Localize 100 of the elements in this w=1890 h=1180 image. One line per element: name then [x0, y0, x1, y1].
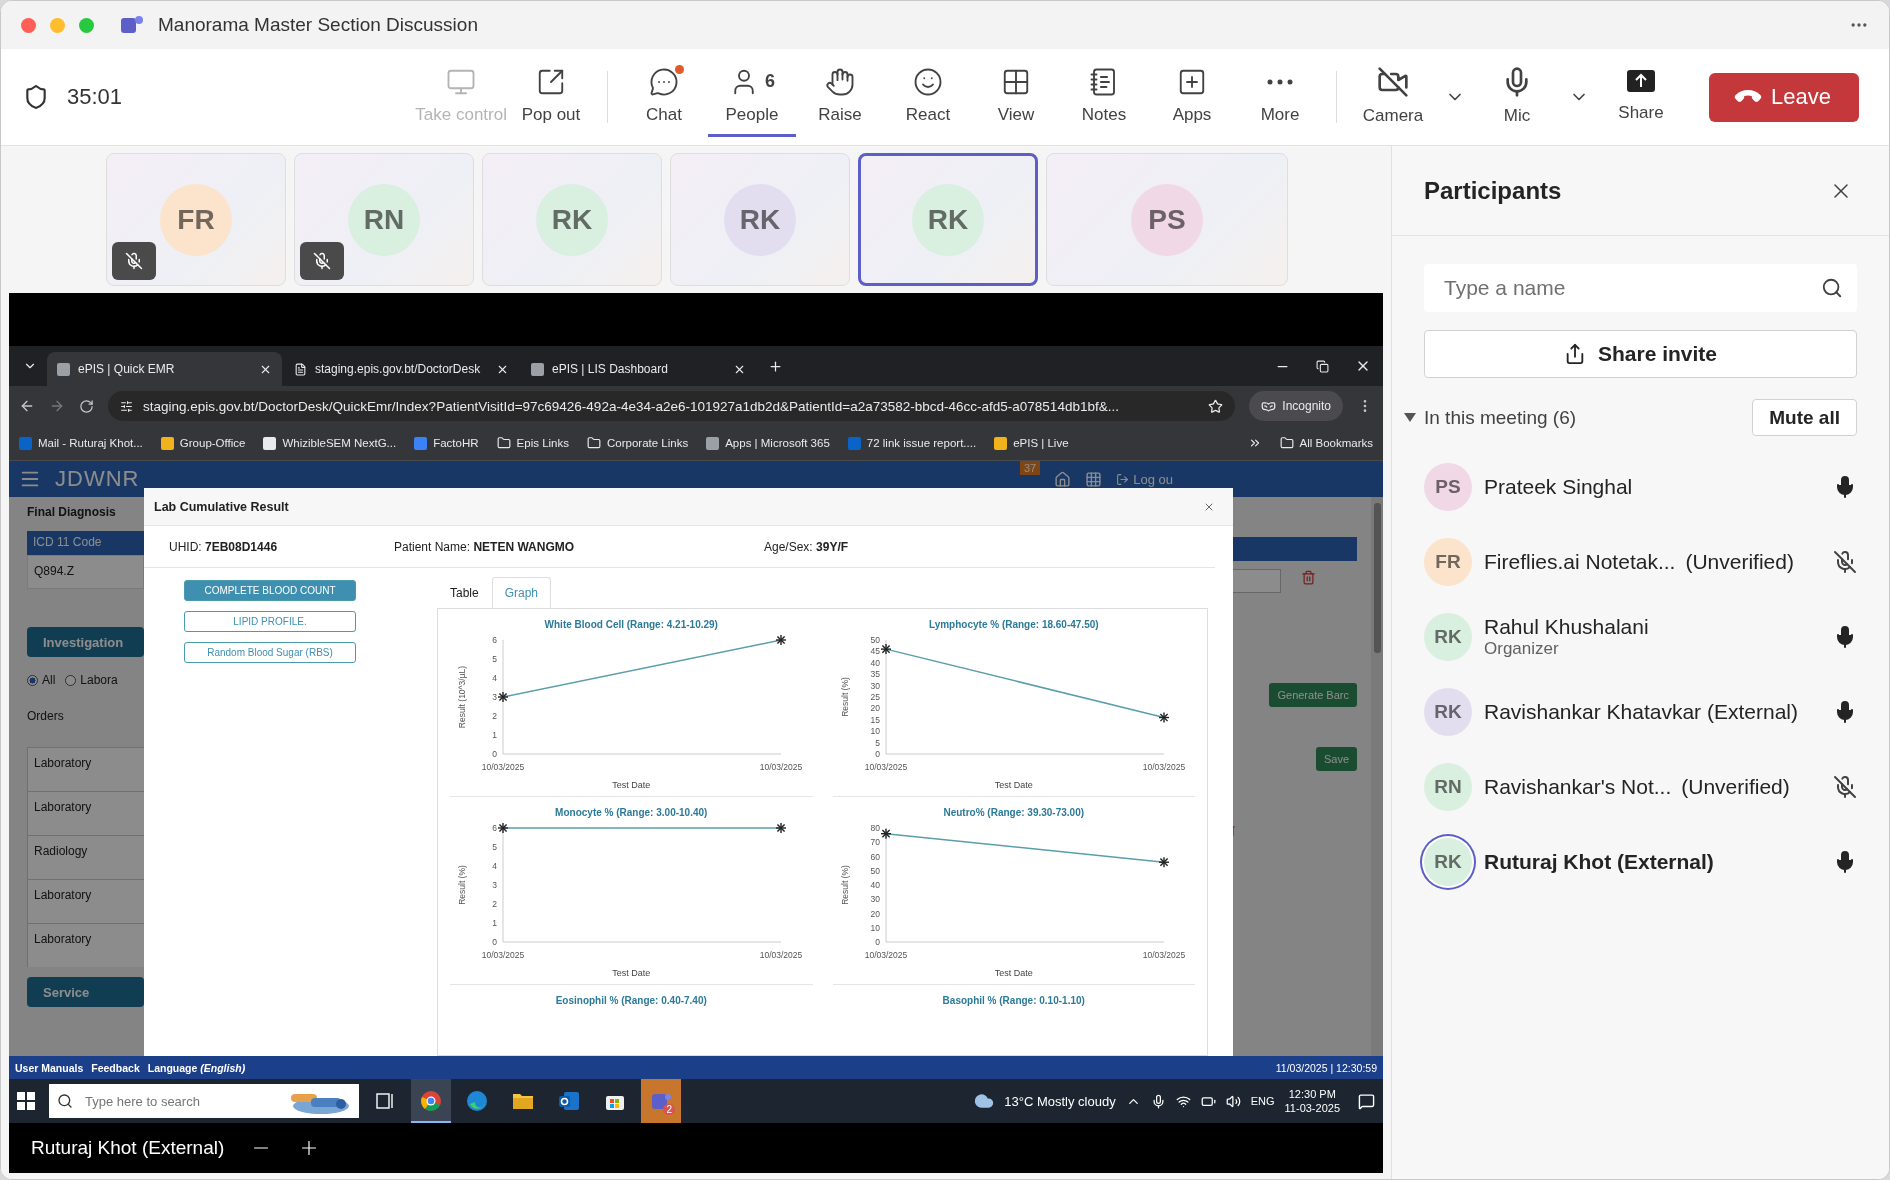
leave-button[interactable]: Leave — [1709, 72, 1859, 122]
search-box[interactable]: Type a name — [1424, 264, 1857, 312]
footer-link[interactable]: Language (English) — [147, 1061, 246, 1074]
tick-label: 3 — [492, 692, 498, 702]
bookmark[interactable]: Mail - Ruturaj Khot... — [19, 436, 143, 450]
chart-title: Eosinophil % (Range: 0.40-7.40) — [555, 995, 707, 1006]
data-point — [497, 691, 509, 703]
participant-row[interactable]: PS Prateek Singhal — [1424, 449, 1857, 524]
toolbar-button[interactable]: Apps — [1148, 57, 1236, 137]
chart-title: Lymphocyte % (Range: 18.60-47.50) — [928, 619, 1099, 630]
scroll-thumb[interactable] — [1373, 503, 1381, 653]
avatar: RN — [1424, 762, 1472, 811]
share-invite-button[interactable]: Share invite — [1424, 330, 1857, 378]
tick-label: 30 — [870, 894, 880, 905]
close-window-button[interactable] — [21, 17, 36, 33]
taskbar-app[interactable]: 2 — [641, 1079, 681, 1123]
notifications-icon[interactable] — [1358, 1092, 1375, 1110]
toolbar-button[interactable]: More — [1236, 57, 1324, 137]
browser-tab[interactable]: ePIS | LIS Dashboard — [521, 352, 756, 386]
tick-label: 5 — [875, 737, 880, 748]
table-cell: Laboratory — [27, 923, 144, 967]
participant-row[interactable]: RK Ruturaj Khot (External) — [1424, 824, 1857, 899]
table-cell: Q894.Z — [27, 555, 144, 589]
axis-label: Result (%) — [839, 677, 850, 717]
bookmark[interactable]: ePIS | Live — [994, 436, 1069, 450]
tick-label: 2 — [492, 711, 498, 721]
chart-title: White Blood Cell (Range: 4.21-10.29) — [544, 619, 718, 630]
bookmark[interactable]: WhizibleSEM NextG... — [263, 436, 397, 450]
toolbar-button[interactable]: 6 People — [708, 57, 796, 137]
tick-label: 10/03/2025 — [864, 950, 907, 960]
share-button[interactable]: Share — [1597, 57, 1685, 137]
tick-label: 25 — [870, 692, 880, 702]
grid-icon[interactable] — [1085, 470, 1103, 488]
volume-icon — [1225, 1093, 1241, 1109]
section-tab[interactable]: Service — [27, 977, 144, 1007]
mic-off-icon — [313, 252, 331, 270]
tick-label: 10 — [870, 922, 880, 933]
participant-tile[interactable]: RN — [294, 153, 474, 286]
mic-button[interactable]: Mic — [1473, 57, 1561, 137]
browser-tab[interactable]: staging.epis.gov.bt/DoctorDesk — [284, 352, 519, 386]
participant-tile[interactable]: RK — [482, 153, 662, 286]
radio-option[interactable]: Labora — [65, 673, 118, 687]
toolbar-button[interactable]: Notes — [1060, 57, 1148, 137]
avatar: RK — [1424, 612, 1472, 661]
test-button[interactable]: COMPLETE BLOOD COUNT — [184, 580, 356, 601]
chart-title: Basophil % (Range: 0.10-1.10) — [942, 995, 1085, 1006]
delete-icon[interactable] — [1301, 569, 1316, 585]
participant-name: Ravishankar Khatavkar (External) — [1484, 699, 1798, 724]
forward-icon[interactable] — [49, 398, 65, 414]
tick-label: 3 — [492, 880, 498, 890]
bookmark[interactable]: FactoHR — [414, 436, 479, 450]
weather-text: 13°C Mostly cloudy — [1004, 1093, 1116, 1109]
taskbar-search-box[interactable]: Type here to search — [49, 1084, 359, 1118]
participant-row[interactable]: RK Rahul Khushalani Organizer — [1424, 599, 1857, 674]
participant-tile[interactable]: RK — [858, 153, 1038, 286]
browser-tab[interactable]: ePIS | Quick EMR — [47, 352, 282, 386]
bookmark-star-icon[interactable] — [1208, 398, 1224, 414]
tick-label: 35 — [870, 669, 880, 680]
participant-row[interactable]: RN Ravishankar's Not... (Unverified) — [1424, 749, 1857, 824]
address-bar[interactable]: staging.epis.gov.bt/DoctorDesk/QuickEmr/Index?PatientVisitId=97c69426-492a-4e34-a2e6-101927a1db2d&PatientId=a2a73582-bbcd-46cc-afd5-a078514db1bf&... — [108, 391, 1236, 421]
test-button[interactable]: LIPID PROFILE. — [184, 611, 356, 632]
participant-row[interactable]: FR Fireflies.ai Notetak... (Unverified) — [1424, 524, 1857, 599]
bookmark[interactable]: 72 link issue report.... — [847, 436, 977, 450]
toolbar-button[interactable]: Pop out — [507, 57, 595, 137]
participant-tile[interactable]: PS — [1046, 153, 1288, 286]
reload-icon[interactable] — [79, 398, 94, 414]
toolbar-button[interactable]: Raise — [796, 57, 884, 137]
table-cell: Laboratory — [27, 791, 144, 835]
logout-link[interactable]: Log ou — [1116, 471, 1173, 487]
test-button[interactable]: Random Blood Sugar (RBS) — [184, 642, 356, 663]
participant-tile[interactable]: RK — [670, 153, 850, 286]
hand-icon — [825, 66, 855, 97]
avatar: PS — [1424, 462, 1472, 511]
bookmark[interactable]: Group-Office — [160, 436, 246, 450]
home-icon[interactable] — [1054, 470, 1072, 488]
footer-link[interactable]: User Manuals — [15, 1061, 84, 1074]
radio-option[interactable]: All — [27, 673, 56, 687]
participant-tile[interactable]: FR — [106, 153, 286, 286]
toolbar-button[interactable]: View — [972, 57, 1060, 137]
toolbar-button[interactable]: Chat — [620, 57, 708, 137]
back-icon[interactable] — [19, 398, 35, 414]
bookmark[interactable]: Epis Links — [496, 436, 569, 450]
participant-name: Ravishankar's Not... — [1484, 774, 1672, 799]
axis-label: Test Date — [612, 968, 651, 978]
footer-link[interactable]: Feedback — [91, 1061, 140, 1074]
search-field[interactable]: Type a name — [1442, 275, 1821, 301]
toolbar-button[interactable]: React — [884, 57, 972, 137]
mute-all-button[interactable]: Mute all — [1752, 399, 1857, 436]
bookmark[interactable]: All Bookmarks — [1279, 436, 1373, 450]
bookmark[interactable]: Corporate Links — [587, 436, 689, 450]
camera-button[interactable]: Camera — [1349, 57, 1437, 137]
new-tab-icon[interactable] — [768, 358, 783, 374]
participant-row[interactable]: RK Ravishankar Khatavkar (External) — [1424, 674, 1857, 749]
axis-label: Result (%) — [839, 865, 850, 905]
tab[interactable]: Graph — [491, 577, 552, 608]
avatar: RK — [724, 183, 796, 256]
windows-start-icon[interactable] — [17, 1092, 35, 1110]
bookmark[interactable]: Apps | Microsoft 365 — [706, 436, 830, 450]
section-toggle[interactable]: In this meeting (6) — [1404, 406, 1577, 429]
restore-icon[interactable] — [1316, 359, 1329, 373]
